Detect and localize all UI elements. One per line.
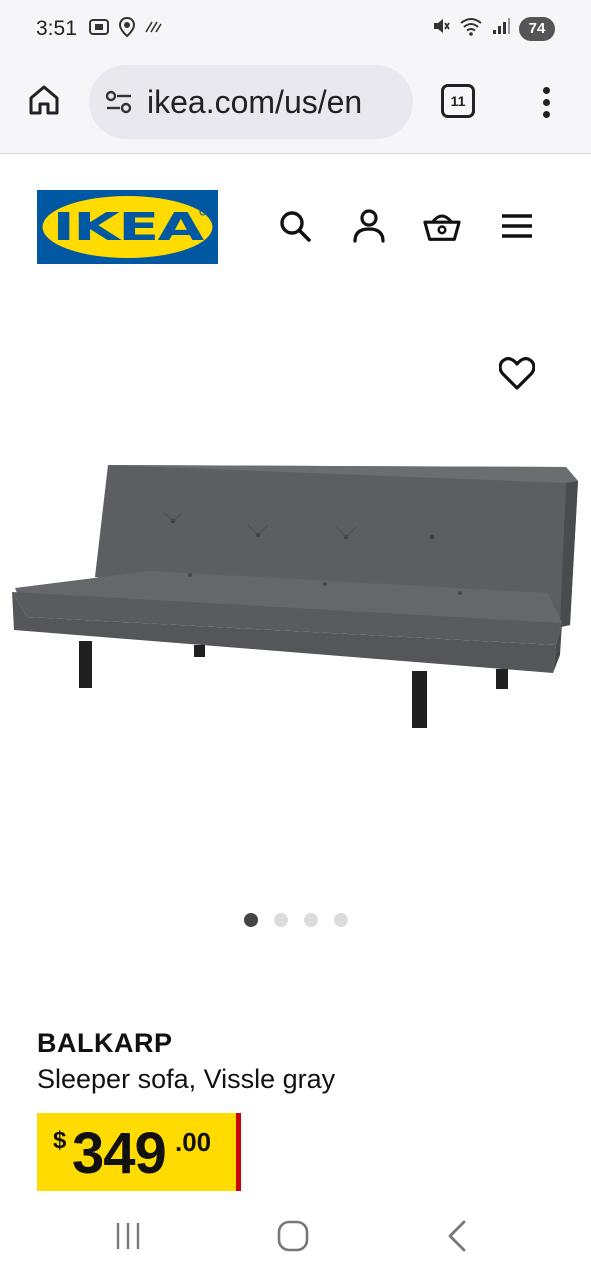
- basket-icon: [423, 214, 461, 241]
- ikea-logo[interactable]: IKEA: [37, 190, 218, 264]
- signal-icon: [491, 16, 511, 41]
- menu-dot: [542, 86, 550, 94]
- search-icon: [280, 211, 311, 242]
- sofa-image: [12, 465, 578, 728]
- price-currency: $: [53, 1127, 67, 1154]
- mute-icon: [431, 16, 451, 41]
- favorite-button[interactable]: [496, 353, 538, 395]
- system-navigation-bar: [0, 1200, 591, 1280]
- main-menu-button[interactable]: [498, 207, 536, 245]
- menu-dot: [542, 110, 550, 118]
- price-decimal: .00: [175, 1127, 212, 1157]
- carousel-dot[interactable]: [274, 913, 288, 927]
- menu-dot: [542, 98, 550, 106]
- heart-icon: [499, 357, 535, 390]
- product-image-carousel[interactable]: [0, 285, 591, 975]
- carousel-dot[interactable]: [244, 913, 258, 927]
- home-icon: [29, 85, 59, 115]
- account-button[interactable]: [350, 207, 388, 245]
- screenshot-icon: [88, 17, 110, 42]
- product-description: Sleeper sofa, Vissle gray: [37, 1064, 336, 1094]
- account-icon: [353, 209, 385, 243]
- home-nav-icon: [277, 1220, 309, 1252]
- carousel-dots: [244, 913, 348, 927]
- site-settings-icon[interactable]: [103, 86, 135, 118]
- price-integer: 349: [72, 1121, 167, 1186]
- price-tag: $ 349 .00: [37, 1113, 241, 1191]
- browser-toolbar: ikea.com/us/en 11: [0, 58, 591, 154]
- product-name: BALKARP: [37, 1028, 173, 1058]
- status-time: 3:51: [36, 17, 77, 40]
- url-text[interactable]: ikea.com/us/en: [147, 84, 362, 121]
- tab-switcher-button[interactable]: 11: [441, 84, 475, 118]
- back-icon: [448, 1220, 466, 1252]
- home-button[interactable]: [24, 80, 64, 120]
- svg-text:IKEA: IKEA: [53, 205, 206, 249]
- location-icon: [118, 16, 136, 43]
- basket-button[interactable]: [423, 207, 461, 245]
- home-nav-button[interactable]: [268, 1216, 318, 1256]
- carousel-dot[interactable]: [304, 913, 318, 927]
- nfc-icon: [144, 20, 162, 39]
- address-bar[interactable]: ikea.com/us/en: [89, 65, 413, 139]
- back-button[interactable]: [433, 1216, 483, 1256]
- hamburger-menu-icon: [502, 214, 532, 238]
- wifi-icon: [459, 16, 483, 41]
- status-bar: 3:51 74: [0, 0, 591, 58]
- status-left-icons: [88, 16, 162, 42]
- search-button[interactable]: [276, 207, 314, 245]
- browser-menu-button[interactable]: [530, 80, 562, 124]
- status-right-icons: 74: [431, 16, 555, 41]
- recent-apps-icon: [116, 1223, 140, 1249]
- recent-apps-button[interactable]: [103, 1216, 153, 1256]
- site-header: IKEA: [0, 155, 591, 285]
- battery-indicator: 74: [519, 16, 555, 41]
- carousel-dot[interactable]: [334, 913, 348, 927]
